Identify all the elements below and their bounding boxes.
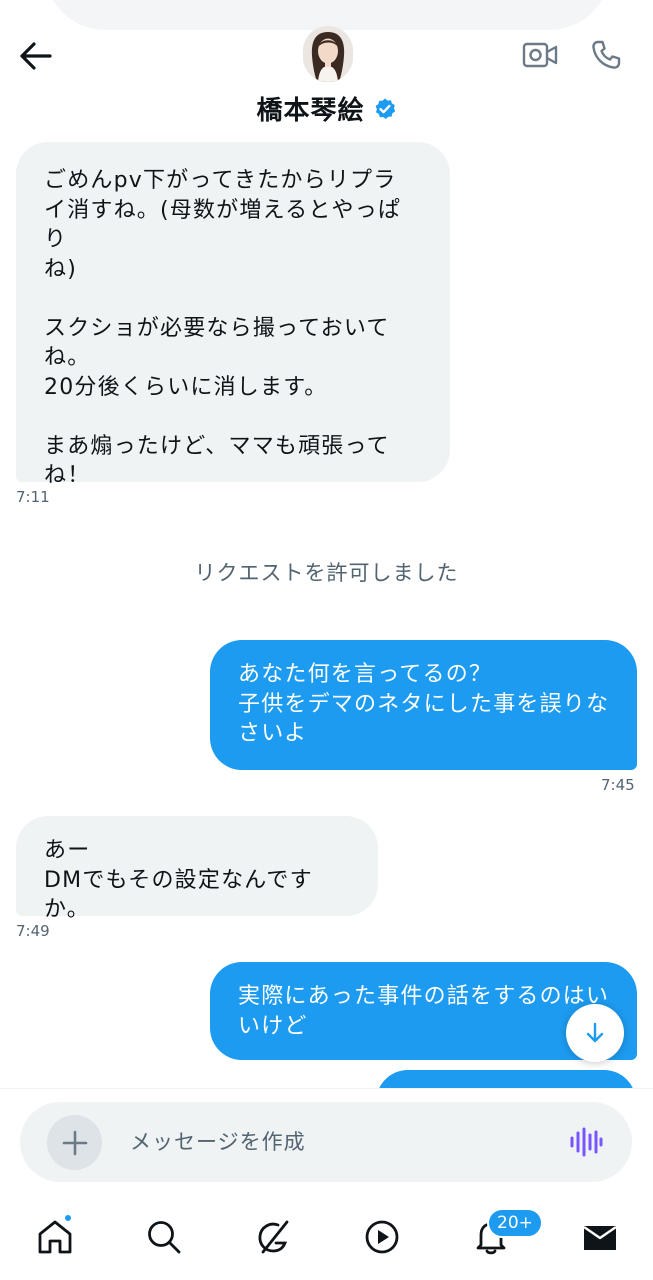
phone-call-button[interactable] [586, 35, 626, 75]
tab-grok[interactable] [248, 1212, 298, 1262]
voice-message-button[interactable] [566, 1122, 606, 1162]
contact-name: 橋本琴絵 [256, 96, 365, 126]
search-icon [148, 1221, 181, 1254]
request-accepted-notice: リクエストを許可しました [194, 561, 459, 585]
back-button[interactable] [14, 36, 56, 76]
message-bubble-incoming[interactable]: あー DMでもその設定なんですか。 [16, 816, 378, 922]
tab-video[interactable] [357, 1212, 407, 1262]
notifications-badge: 20+ [487, 1208, 543, 1238]
play-icon [365, 1220, 399, 1254]
scroll-to-bottom-button[interactable] [566, 1004, 624, 1062]
message-timestamp: 7:49 [16, 922, 50, 940]
verified-badge-icon [375, 98, 395, 119]
grok-icon [258, 1220, 289, 1254]
message-bubble-incoming[interactable]: ごめんpv下がってきたからリプラ イ消すね。(母数が増えるとやっぱり ね) スク… [16, 142, 450, 488]
tab-messages[interactable] [575, 1212, 625, 1262]
message-input[interactable] [130, 1120, 550, 1164]
message-timestamp: 7:45 [601, 776, 635, 794]
bottom-tab-bar [0, 1198, 653, 1280]
conversation-header: 橋本琴絵 [0, 0, 653, 135]
tab-search[interactable] [139, 1212, 189, 1262]
plus-icon [62, 1130, 87, 1155]
mail-icon [583, 1226, 617, 1250]
message-timestamp: 7:11 [16, 488, 50, 506]
video-call-button[interactable] [520, 36, 560, 74]
back-arrow-icon [20, 42, 52, 70]
arrow-down-icon [586, 1022, 604, 1043]
add-media-button[interactable] [47, 1115, 102, 1170]
phone-icon [592, 40, 621, 69]
message-bubble-outgoing[interactable]: あなた何を言ってるの？ 子供をデマのネタにした事を誤りな さいよ [210, 640, 637, 770]
voice-waveform-icon [570, 1127, 603, 1157]
home-new-content-dot [63, 1213, 73, 1223]
home-icon [38, 1220, 72, 1254]
video-call-icon [522, 42, 558, 68]
avatar[interactable] [303, 26, 353, 82]
contact-name-row: 橋本琴絵 [0, 90, 653, 127]
